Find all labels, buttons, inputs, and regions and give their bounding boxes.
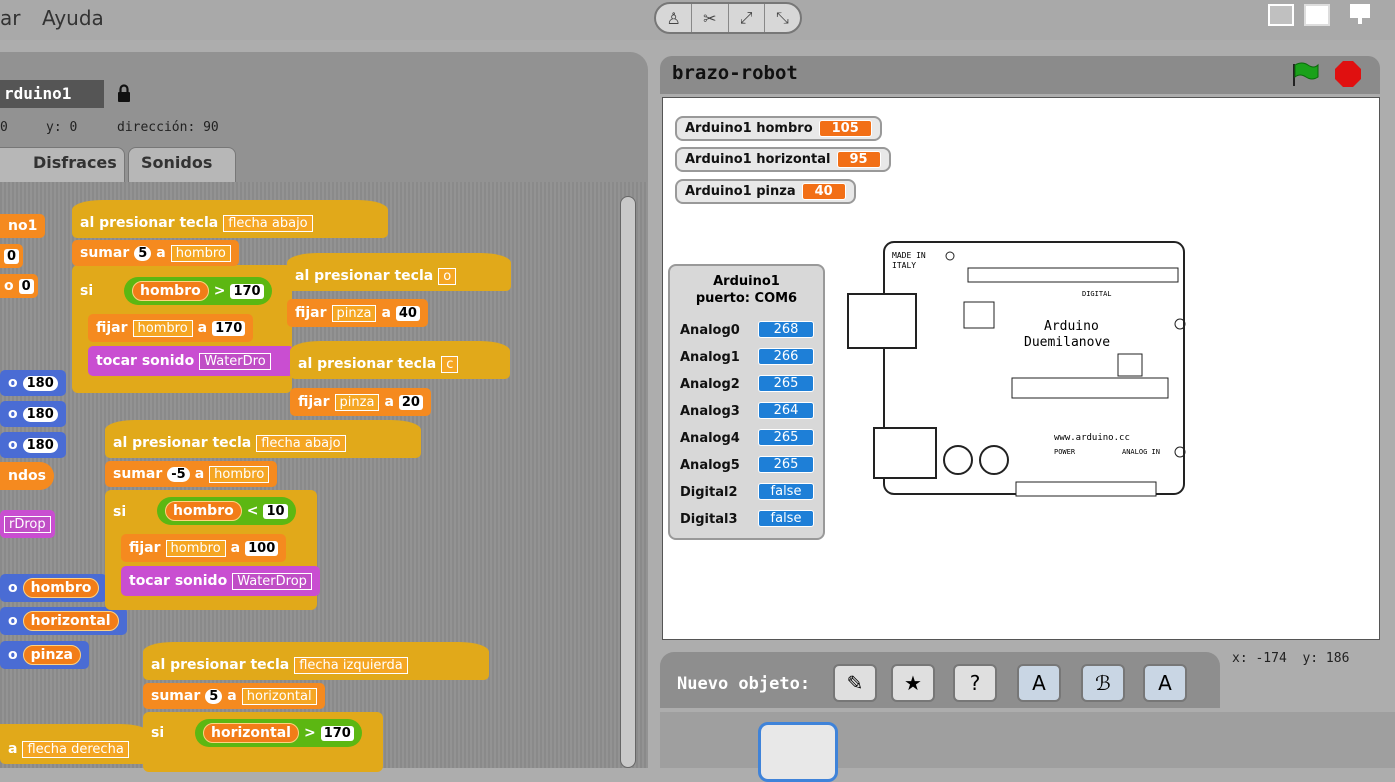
- sensor-value: false: [758, 483, 814, 500]
- sensor-label: Analog2: [680, 377, 740, 392]
- when-key-hat[interactable]: al presionar tecla flecha abajo: [105, 420, 421, 458]
- partial-block[interactable]: o hombro: [0, 574, 108, 602]
- sprite-thumbnail[interactable]: [758, 722, 838, 782]
- green-flag-icon[interactable]: [1290, 60, 1320, 88]
- sensor-label: Analog0: [680, 323, 740, 338]
- tab-sounds[interactable]: Sonidos: [128, 147, 236, 182]
- add-block[interactable]: sumar 5 a hombro: [72, 240, 239, 266]
- sprite-direction: dirección: 90: [117, 120, 219, 135]
- when-key-hat[interactable]: al presionar tecla c: [290, 341, 510, 379]
- lock-icon[interactable]: [117, 83, 131, 103]
- sensor-port: puerto: COM6: [695, 291, 798, 306]
- board-label: Duemilanove: [1024, 335, 1110, 350]
- variable-monitor[interactable]: Arduino1 pinza 40: [675, 179, 856, 204]
- partial-block[interactable]: o pinza: [0, 641, 90, 669]
- sensor-value: 264: [758, 402, 814, 419]
- add-block[interactable]: sumar -5 a hombro: [105, 461, 278, 487]
- partial-block[interactable]: no1: [0, 214, 46, 238]
- sensor-label: Digital2: [680, 485, 738, 500]
- sensor-value: 265: [758, 375, 814, 392]
- partial-block[interactable]: o0: [0, 274, 38, 298]
- set-block[interactable]: fijar hombro a 170: [88, 314, 254, 342]
- when-key-hat[interactable]: al presionar tecla flecha abajo: [72, 200, 388, 238]
- sprite-name-field[interactable]: rduino1: [0, 80, 104, 108]
- mouse-coords: x: -174 y: 186: [1232, 651, 1350, 666]
- compare-block[interactable]: hombro >170: [124, 277, 272, 305]
- paint-board-sprite-icon[interactable]: ℬ: [1081, 664, 1125, 702]
- partial-block[interactable]: o 180: [0, 401, 66, 427]
- compare-block[interactable]: hombro <10: [157, 497, 296, 525]
- board-label: MADE IN: [892, 251, 926, 260]
- board-label: ANALOG IN: [1122, 448, 1160, 456]
- menu-item-help[interactable]: Ayuda: [42, 6, 104, 30]
- arduino-board-sprite[interactable]: MADE IN ITALY Arduino Duemilanove www.ar…: [846, 238, 1198, 502]
- board-sprite-icon[interactable]: A: [1017, 664, 1061, 702]
- grow-icon[interactable]: ⤢: [729, 4, 765, 32]
- set-block[interactable]: fijar pinza a 20: [290, 388, 431, 416]
- cursor-toolbar: ♙ ✂ ⤢ ⤡: [654, 2, 802, 34]
- board-label: DIGITAL: [1082, 290, 1112, 298]
- duplicate-icon[interactable]: ♙: [656, 4, 693, 32]
- sensor-value: false: [758, 510, 814, 527]
- partial-block[interactable]: o 180: [0, 370, 66, 396]
- if-label: si: [80, 283, 94, 299]
- sensor-title: Arduino1: [713, 274, 780, 289]
- tab-costumes[interactable]: Disfraces: [0, 147, 125, 182]
- variable-monitor[interactable]: Arduino1 horizontal 95: [675, 147, 891, 172]
- partial-block[interactable]: rDrop: [0, 510, 55, 538]
- play-sound-block[interactable]: tocar sonido WaterDrop: [121, 566, 320, 596]
- board-label: ITALY: [892, 261, 916, 270]
- partial-block[interactable]: o horizontal: [0, 607, 127, 635]
- menu-item-partial[interactable]: ar: [0, 6, 20, 30]
- compare-block[interactable]: horizontal >170: [195, 719, 362, 747]
- if-label: si: [113, 504, 127, 520]
- set-block[interactable]: fijar pinza a 40: [287, 299, 428, 327]
- board-label: POWER: [1054, 448, 1076, 456]
- when-key-hat[interactable]: al presionar tecla o: [287, 253, 511, 291]
- new-object-label: Nuevo objeto:: [677, 674, 811, 694]
- sensor-label: Analog3: [680, 404, 740, 419]
- board-label: Arduino: [1044, 319, 1099, 334]
- when-key-hat[interactable]: al presionar tecla flecha izquierda: [143, 642, 489, 680]
- if-label: si: [151, 725, 165, 741]
- open-board-sprite-icon[interactable]: A: [1143, 664, 1187, 702]
- sensor-board-monitor[interactable]: Arduino1 puerto: COM6 Analog0 268 Analog1…: [668, 264, 825, 540]
- sensor-value: 265: [758, 429, 814, 446]
- normal-stage-icon[interactable]: [1304, 4, 1330, 26]
- partial-block[interactable]: o 180: [0, 432, 66, 458]
- sensor-label: Analog1: [680, 350, 740, 365]
- delete-icon[interactable]: ✂: [692, 4, 729, 32]
- play-sound-block[interactable]: tocar sonido WaterDro: [88, 346, 294, 376]
- scripts-scrollbar[interactable]: [620, 196, 636, 768]
- sensor-value: 268: [758, 321, 814, 338]
- set-block[interactable]: fijar hombro a 100: [121, 534, 287, 562]
- paint-new-sprite-icon[interactable]: ✎: [833, 664, 877, 702]
- variable-monitor[interactable]: Arduino1 hombro 105: [675, 116, 882, 141]
- stop-icon[interactable]: [1334, 60, 1362, 88]
- sensor-value: 266: [758, 348, 814, 365]
- shrink-icon[interactable]: ⤡: [765, 4, 800, 32]
- sprite-y: y: 0: [46, 120, 78, 135]
- sprite-x: 0: [0, 120, 8, 135]
- sensor-label: Analog5: [680, 458, 740, 473]
- partial-block[interactable]: ndos: [0, 462, 54, 490]
- partial-block[interactable]: 0: [0, 244, 24, 268]
- choose-sprite-file-icon[interactable]: ★: [891, 664, 935, 702]
- sensor-label: Digital3: [680, 512, 738, 527]
- add-block[interactable]: sumar 5 a horizontal: [143, 683, 325, 709]
- project-title: brazo-robot: [672, 62, 798, 84]
- sensor-value: 265: [758, 456, 814, 473]
- board-label: www.arduino.cc: [1054, 433, 1130, 443]
- small-stage-icon[interactable]: [1268, 4, 1294, 26]
- sensor-label: Analog4: [680, 431, 740, 446]
- partial-hat-block[interactable]: a flecha derecha: [0, 724, 150, 764]
- random-sprite-icon[interactable]: ?: [953, 664, 997, 702]
